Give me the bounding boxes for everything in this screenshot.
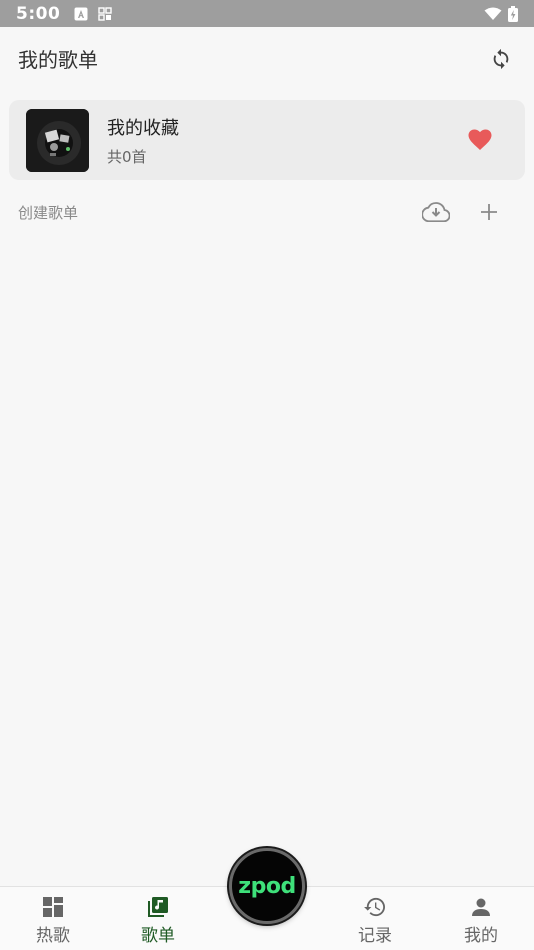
favorites-song-count: 共0首 xyxy=(107,147,147,166)
favorite-heart-button[interactable] xyxy=(465,125,495,155)
add-playlist-button[interactable] xyxy=(474,197,504,227)
nav-label-hot-songs: 热歌 xyxy=(36,926,70,946)
wifi-icon xyxy=(484,7,502,20)
nav-label-playlists: 歌单 xyxy=(141,926,175,946)
zpod-player-button[interactable]: zpod xyxy=(229,848,305,924)
favorites-playlist-card[interactable]: 我的收藏 共0首 xyxy=(9,100,525,180)
history-icon xyxy=(363,895,387,919)
zpod-label: zpod xyxy=(238,873,296,899)
status-time: 5:00 xyxy=(16,3,61,24)
battery-icon xyxy=(508,5,518,22)
notification-a-icon xyxy=(74,7,88,20)
plus-icon xyxy=(481,204,497,220)
notification-grid-icon xyxy=(98,6,112,21)
cloud-download-icon xyxy=(422,202,450,222)
create-playlist-label: 创建歌单 xyxy=(18,203,79,222)
status-system-icons xyxy=(484,5,518,22)
favorites-title: 我的收藏 xyxy=(107,117,179,139)
nav-item-history[interactable]: 记录 xyxy=(335,895,415,947)
grid-icon xyxy=(41,895,65,919)
page-title: 我的歌单 xyxy=(18,48,98,72)
nav-item-hot-songs[interactable]: 热歌 xyxy=(13,895,93,947)
favorites-info: 我的收藏 共0首 xyxy=(107,114,179,167)
sync-button[interactable] xyxy=(486,44,516,74)
music-library-icon xyxy=(146,895,170,919)
heart-icon xyxy=(468,129,492,150)
import-playlist-button[interactable] xyxy=(420,198,452,226)
nav-item-mine[interactable]: 我的 xyxy=(441,895,521,947)
nav-item-playlists[interactable]: 歌单 xyxy=(118,895,198,947)
status-bar: 5:00 xyxy=(0,0,534,27)
nav-label-mine: 我的 xyxy=(464,926,498,946)
status-notification-icons xyxy=(74,6,112,21)
playlist-cover-image xyxy=(26,108,89,172)
person-icon xyxy=(469,895,493,919)
sync-icon xyxy=(493,48,509,69)
create-playlist-section: 创建歌单 xyxy=(0,192,534,232)
nav-label-history: 记录 xyxy=(358,926,392,946)
header: 我的歌单 xyxy=(0,27,534,90)
